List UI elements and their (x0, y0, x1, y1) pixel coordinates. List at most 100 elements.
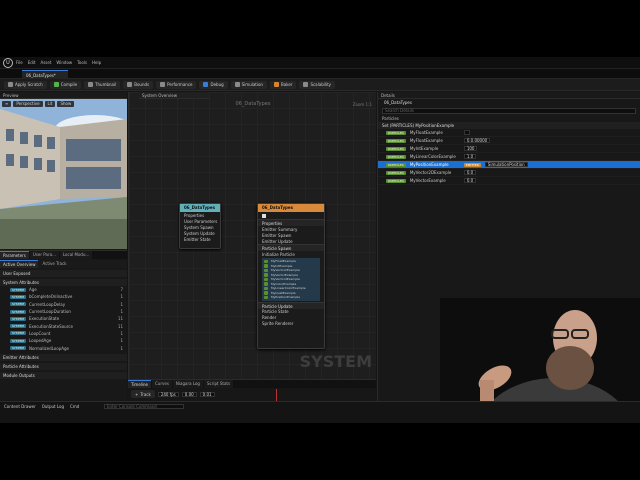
module-outputs-section[interactable]: Module Outputs (0, 371, 127, 379)
emitter-node-row[interactable]: Particle Spawn (258, 244, 324, 251)
emitter-node-row[interactable]: Properties (258, 219, 324, 226)
unreal-logo-icon[interactable]: U (3, 58, 13, 68)
system-node[interactable]: 06_DataTypes Properties User Parameters Sy… (179, 203, 221, 249)
system-node-row[interactable]: System Update (180, 230, 220, 236)
particles-badge: PARTICLES (386, 154, 406, 159)
param-row[interactable]: SYSTEM CurrentLoopDuration 1 (0, 308, 127, 315)
params-subtab-1[interactable]: Active Track (39, 260, 70, 268)
system-overview-graph[interactable]: System Overview 06_DataTypes Zoom 1:1 06… (128, 92, 376, 379)
param-row[interactable]: SYSTEM ExecutionStateSource 11 (0, 322, 127, 329)
details-tab[interactable]: Details (378, 92, 640, 99)
details-row[interactable]: PARTICLES MyVectorExample 0.0 (378, 177, 640, 185)
initialize-particle-sets[interactable]: MyFloatExample MyIntExample MyVector2Examp… (262, 258, 320, 301)
user-exposed-section[interactable]: User Exposed (0, 270, 127, 277)
menu-item-window[interactable]: Window (56, 60, 72, 65)
menu-item-file[interactable]: File (16, 60, 23, 65)
timeline-tab-0[interactable]: Timeline (128, 380, 152, 388)
details-param-name: MyLinearColorExample (409, 154, 456, 159)
details-value-field[interactable]: 0.0 (463, 170, 477, 175)
params-subtabs: Active Overview Active Track (0, 260, 127, 268)
perspective-button[interactable]: Perspective (13, 101, 43, 107)
param-count: 1 (120, 345, 123, 351)
param-row[interactable]: SYSTEM Age 7 (0, 286, 127, 293)
system-node-row[interactable]: Emitter State (180, 236, 220, 242)
emitter-node[interactable]: 06_DataTypes Properties Emitter Summary Em… (257, 203, 325, 349)
menu-item-help[interactable]: Help (92, 60, 101, 65)
details-search-input[interactable]: Search Details (382, 108, 636, 114)
add-track-button[interactable]: + Track (131, 390, 155, 398)
emitter-thumbnail-icon (262, 213, 266, 218)
preview-viewport[interactable]: ≡ Perspective Lit Show (0, 99, 127, 249)
details-value-field[interactable] (463, 130, 470, 135)
thumbnail-button[interactable]: Thumbnail (84, 80, 121, 89)
set-group-header[interactable]: Set (PARTICLES) MyPositionExample (378, 122, 640, 129)
details-value-field[interactable]: 0.0.00000 (463, 138, 491, 143)
particles-badge (264, 277, 268, 281)
emitter-node-row[interactable]: Particle Update (258, 301, 324, 309)
menu-item-asset[interactable]: Asset (40, 60, 51, 65)
system-attributes-section[interactable]: System Attributes (0, 279, 127, 286)
apply-icon (8, 82, 13, 87)
param-row[interactable]: SYSTEM bCompleteOnInactive 1 (0, 293, 127, 300)
emitter-node-row[interactable]: Sprite Renderer (258, 321, 324, 327)
param-row[interactable]: SYSTEM CurrentLoopDelay 1 (0, 301, 127, 308)
time-field[interactable]: 0.00 (181, 391, 197, 397)
system-overview-tab[interactable]: System Overview (139, 92, 209, 99)
particle-attributes-section[interactable]: Particle Attributes (0, 362, 127, 370)
details-row[interactable]: PARTICLES MyLinearColorExample 1.0 (378, 153, 640, 161)
compile-button[interactable]: Compile (49, 80, 82, 89)
particles-badge: PARTICLES (386, 130, 406, 135)
details-row[interactable]: PARTICLES MyFloatExample (378, 129, 640, 137)
simulation-button[interactable]: Simulation (230, 80, 267, 89)
document-tab[interactable]: 06_DataTypes* (22, 70, 68, 79)
system-node-row[interactable]: User Parameters (180, 218, 220, 224)
particles-section[interactable]: Particles (378, 115, 640, 122)
details-value-field[interactable]: SimulationPosition (484, 162, 528, 167)
set-parameter-row[interactable]: MyPositionExample (263, 295, 319, 300)
emitter-attributes-section[interactable]: Emitter Attributes (0, 353, 127, 361)
timeline-tab-3[interactable]: Script Stats (203, 380, 234, 388)
details-value-field[interactable]: 100 (463, 146, 478, 151)
preview-tab[interactable]: Preview (0, 92, 127, 99)
details-row[interactable]: PARTICLES MyIntExample 100 (378, 145, 640, 153)
param-row[interactable]: SYSTEM LoopCount 1 (0, 330, 127, 337)
performance-button[interactable]: Performance (156, 80, 197, 89)
param-row[interactable]: SYSTEM LoopedAge 1 (0, 337, 127, 344)
show-button[interactable]: Show (57, 101, 75, 107)
details-row[interactable]: PARTICLES MyPositionExample EMITTER Simulat… (378, 161, 640, 169)
emitter-node-row[interactable]: Initialize Particle (258, 251, 324, 257)
details-row[interactable]: PARTICLES MyFloatExample 0.0.00000 (378, 137, 640, 145)
param-row[interactable]: SYSTEM NormalizedLoopAge 1 (0, 344, 127, 351)
timeline-tab-1[interactable]: Curves (152, 380, 172, 388)
param-row[interactable]: SYSTEM ExecutionState 11 (0, 315, 127, 322)
params-subtab-0[interactable]: Active Overview (0, 260, 39, 268)
timeline-tab-2[interactable]: Niagara Log (172, 380, 203, 388)
apply-scratch-button[interactable]: Apply Scratch (4, 80, 47, 89)
namespace-badge: SYSTEM (10, 316, 26, 321)
bounds-button[interactable]: Bounds (123, 80, 154, 89)
baker-button[interactable]: Baker (269, 80, 297, 89)
console-input[interactable]: Enter Console Command (104, 404, 184, 409)
params-tab-2[interactable]: Local Modu... (59, 251, 93, 259)
fps-selector[interactable]: 240 fps (157, 391, 179, 397)
status-item-2[interactable]: Cmd (70, 404, 79, 409)
range-field[interactable]: 0.01 (199, 391, 215, 397)
emitter-node-rows: Properties Emitter Summary Emitter Spawn Em… (258, 219, 324, 257)
params-tab-0[interactable]: Parameters (0, 251, 29, 259)
scalability-button[interactable]: Scalability (299, 80, 335, 89)
details-row[interactable]: PARTICLES MyVector2DExample 0.0 (378, 169, 640, 177)
debug-button[interactable]: Debug (199, 80, 228, 89)
system-node-rows: Properties User Parameters System Spawn Sys… (180, 212, 220, 242)
parameters-panel: Parameters User Para... Local Modu... Acti… (0, 250, 127, 423)
menu-item-tools[interactable]: Tools (77, 60, 87, 65)
set-parameter-name: MyVector4Example (271, 277, 300, 282)
details-value-field[interactable]: 0.0 (463, 178, 477, 183)
viewport-menu-button[interactable]: ≡ (2, 101, 12, 107)
menu-item-edit[interactable]: Edit (28, 60, 36, 65)
status-item-0[interactable]: Content Drawer (4, 404, 36, 409)
params-tab-1[interactable]: User Para... (29, 251, 59, 259)
details-value-field[interactable]: 1.0 (463, 154, 477, 159)
lit-button[interactable]: Lit (44, 101, 56, 107)
status-item-1[interactable]: Output Log (42, 404, 64, 409)
particles-badge (264, 264, 268, 268)
